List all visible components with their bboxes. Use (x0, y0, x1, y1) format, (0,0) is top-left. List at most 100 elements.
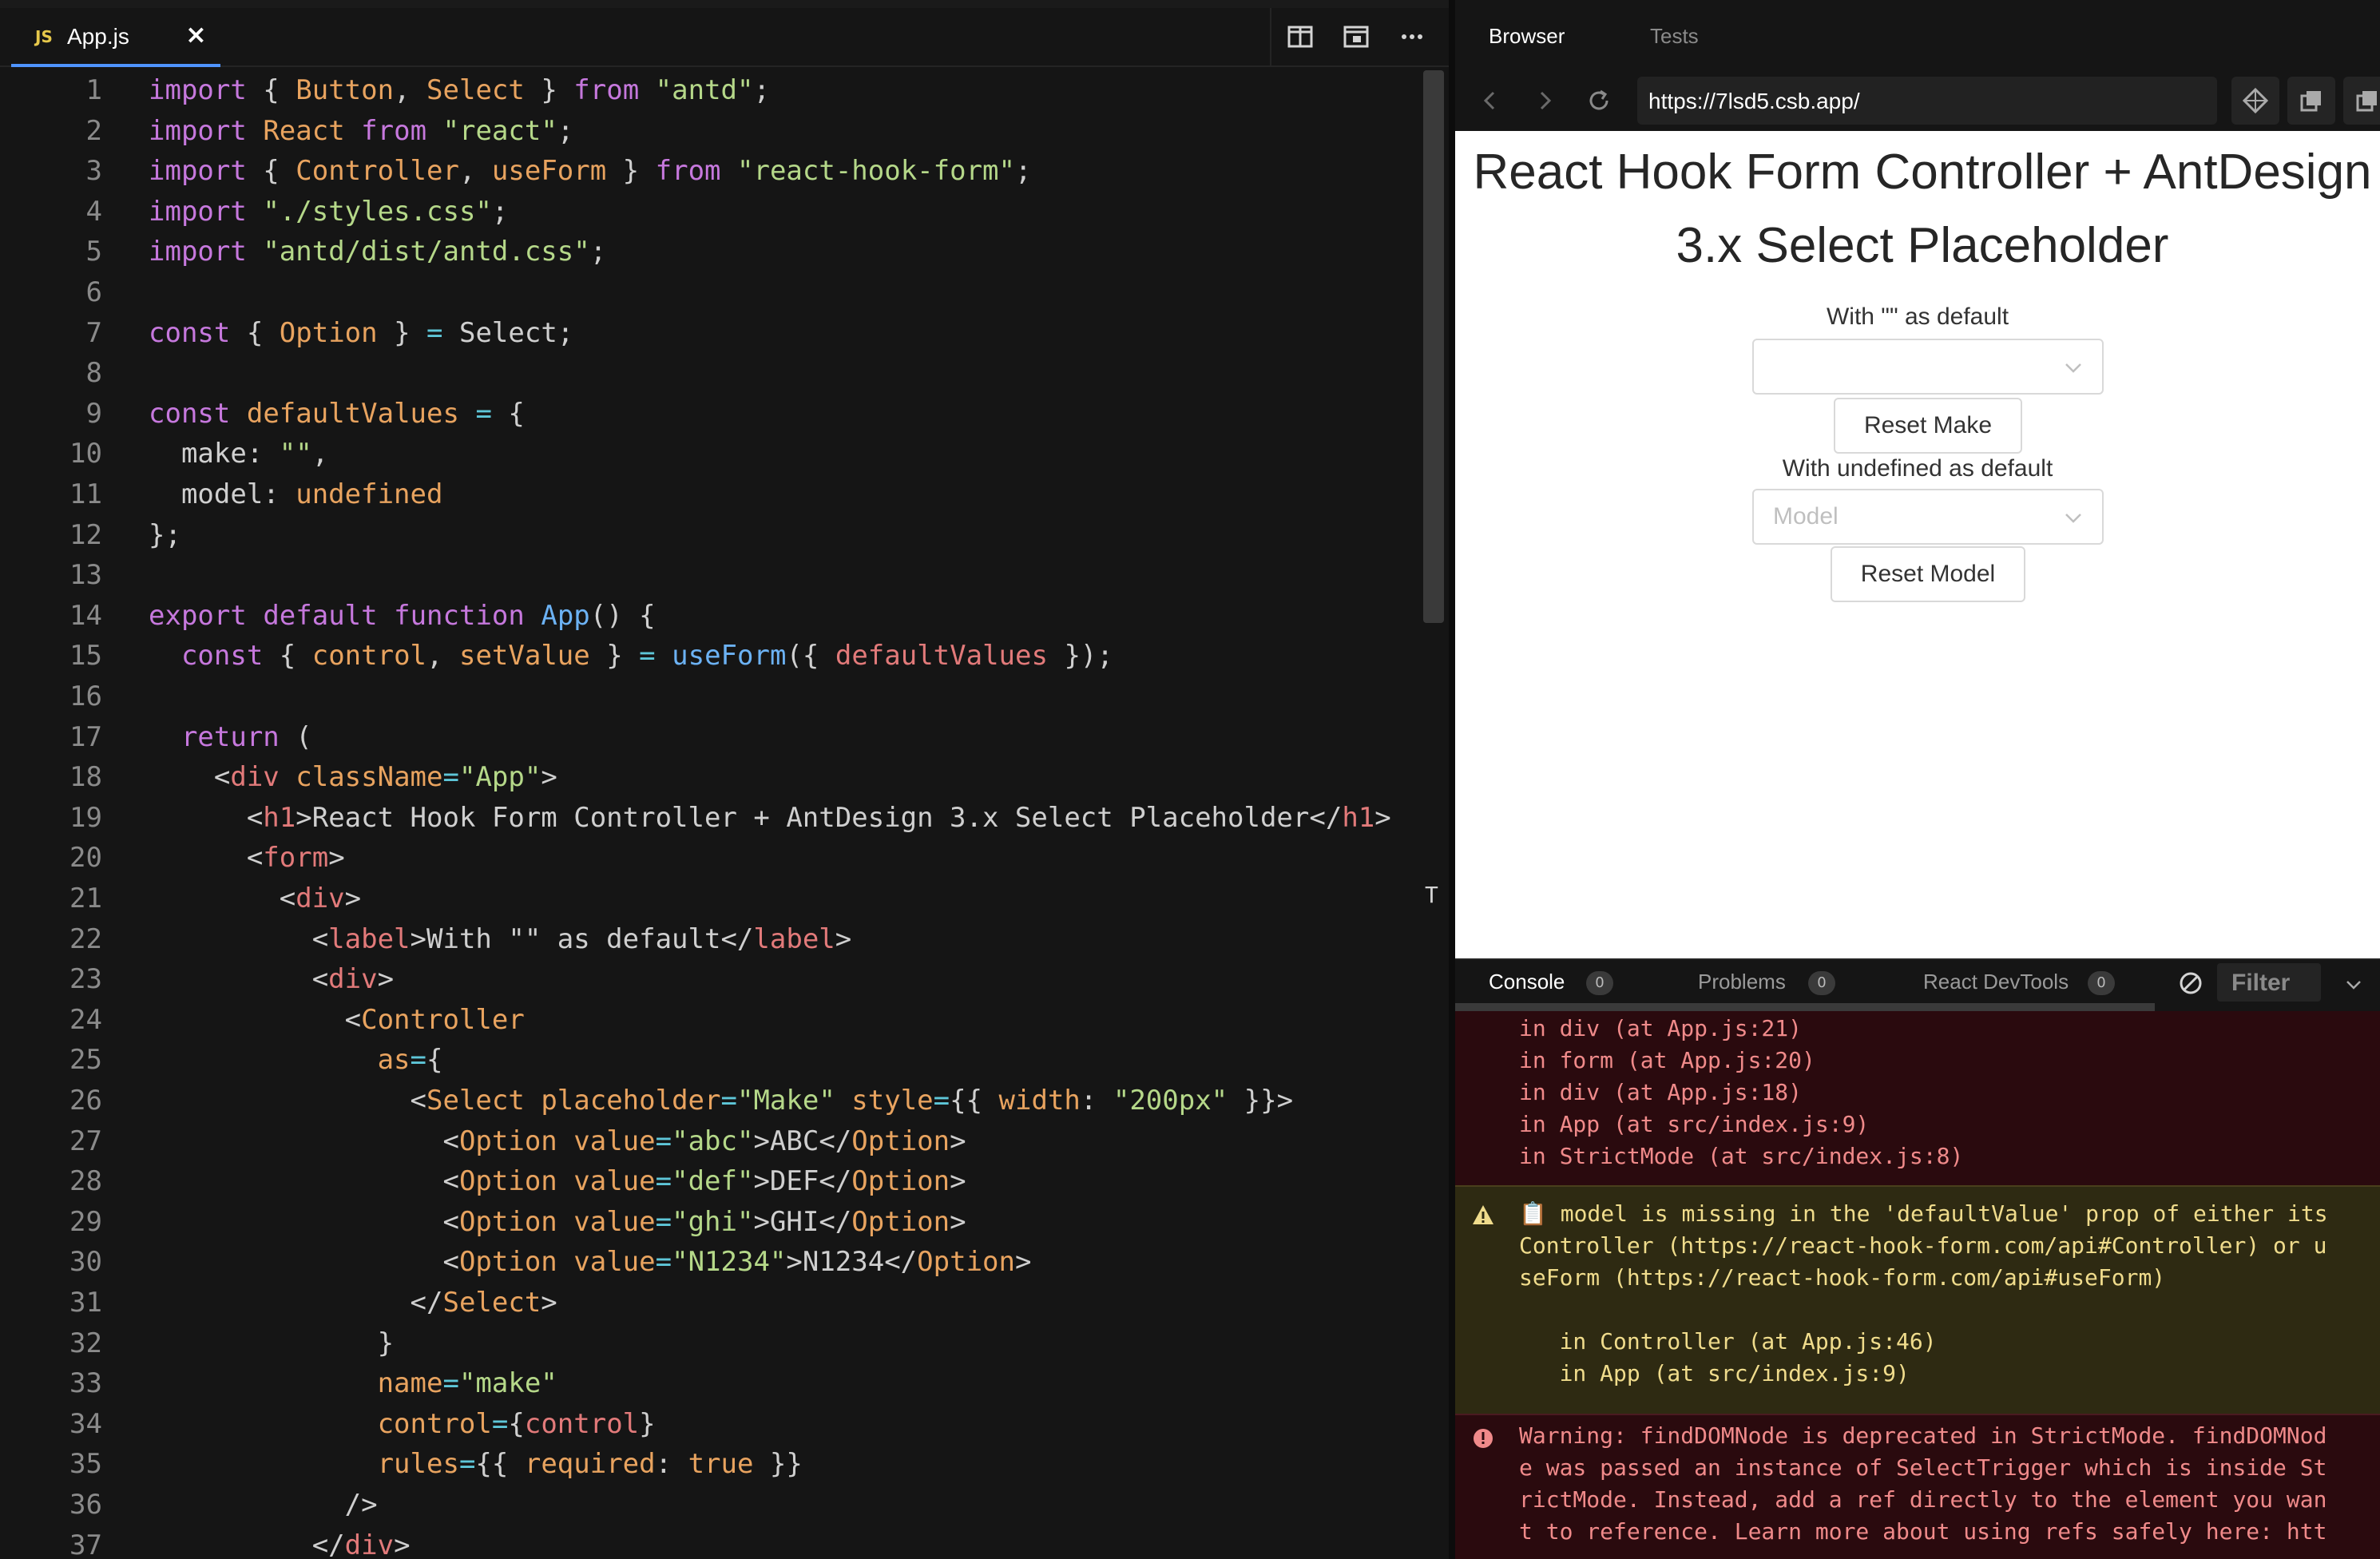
pane-divider[interactable] (1449, 0, 1455, 1559)
code-text: model: undefined (149, 474, 443, 514)
code-line[interactable]: 20 <form> (0, 838, 1422, 878)
code-token: > (394, 1529, 411, 1559)
editor-scrollbar-thumb[interactable] (1423, 70, 1444, 623)
code-line[interactable]: 12}; (0, 515, 1422, 555)
code-text: }; (149, 515, 181, 555)
chevron-down-icon[interactable] (2343, 974, 2364, 995)
code-token: value (573, 1246, 656, 1279)
code-line[interactable]: 13 (0, 555, 1422, 595)
devtools-count-badge: 0 (2088, 971, 2115, 995)
reset-make-button[interactable]: Reset Make (1834, 398, 2022, 454)
code-text: import "antd/dist/antd.css"; (149, 232, 606, 272)
code-line[interactable]: 32 } (0, 1323, 1422, 1363)
console-line: rictMode. Instead, add a ref directly to… (1519, 1486, 2327, 1513)
code-token: >DEF</ (753, 1165, 852, 1198)
code-line[interactable]: 36 /> (0, 1485, 1422, 1525)
tab-tests[interactable]: Tests (1650, 24, 1699, 49)
split-editor-icon[interactable] (1284, 21, 1316, 53)
open-new-window-button[interactable] (2287, 77, 2335, 125)
code-line[interactable]: 28 <Option value="def">DEF</Option> (0, 1161, 1422, 1201)
code-token: Controller (361, 1003, 525, 1036)
code-token: Select; (442, 316, 574, 349)
code-line[interactable]: 35 rules={{ required: true }} (0, 1444, 1422, 1484)
code-line[interactable]: 33 name="make" (0, 1363, 1422, 1403)
close-icon[interactable]: × (185, 19, 207, 50)
line-number: 23 (69, 963, 102, 996)
code-token: value (573, 1205, 656, 1238)
code-line[interactable]: 27 <Option value="abc">ABC</Option> (0, 1121, 1422, 1161)
code-line[interactable]: 25 as={ (0, 1040, 1422, 1080)
more-icon[interactable] (1396, 21, 1428, 53)
code-line[interactable]: 30 <Option value="N1234">N1234</Option> (0, 1242, 1422, 1282)
code-line[interactable]: 6 (0, 272, 1422, 312)
code-line[interactable]: 37 </div> (0, 1525, 1422, 1559)
code-line[interactable]: 22 <label>With "" as default</label> (0, 919, 1422, 959)
tab-problems[interactable]: Problems (1698, 970, 1786, 994)
code-line[interactable]: 16 (0, 676, 1422, 716)
tab-react-devtools[interactable]: React DevTools (1923, 970, 2069, 994)
code-line[interactable]: 10 make: "", (0, 434, 1422, 474)
url-input[interactable]: https://7lsd5.csb.app/ (1648, 89, 1860, 114)
code-token: < (149, 922, 329, 955)
make-select[interactable] (1752, 339, 2104, 395)
refresh-icon[interactable] (1583, 85, 1615, 117)
line-number: 5 (85, 236, 102, 268)
code-token: ; (491, 195, 509, 228)
code-token: Option (458, 1165, 557, 1198)
url-bar[interactable]: https://7lsd5.csb.app/ (1637, 77, 2217, 125)
clear-console-icon[interactable] (2177, 970, 2204, 997)
code-token: {{ (475, 1448, 525, 1481)
tab-app-js[interactable]: JS App.js × (11, 8, 220, 67)
code-line[interactable]: 7 const { Option } = Select; (0, 313, 1422, 353)
back-icon[interactable] (1474, 85, 1506, 117)
code-token: { (491, 397, 525, 430)
devtools-button[interactable] (2231, 77, 2279, 125)
tab-console[interactable]: Console (1489, 970, 1565, 994)
code-line[interactable]: 2 import React from "react"; (0, 111, 1422, 151)
error-trace-message: in div (at App.js:21) in form (at App.js:… (1455, 1011, 2380, 1185)
code-token: "" (279, 438, 312, 470)
code-line[interactable]: 8 (0, 353, 1422, 393)
tab-browser[interactable]: Browser (1489, 24, 1565, 49)
code-text: const { Option } = Select; (149, 313, 573, 353)
code-line[interactable]: 4 import "./styles.css"; (0, 192, 1422, 232)
forward-icon[interactable] (1529, 85, 1561, 117)
console-scrollbar[interactable] (1455, 1003, 2155, 1011)
code-line[interactable]: 9 const defaultValues = { (0, 394, 1422, 434)
code-line[interactable]: 24 <Controller (0, 1000, 1422, 1040)
filter-input[interactable]: Filter (2217, 963, 2321, 1002)
code-line[interactable]: 26 <Select placeholder="Make" style={{ w… (0, 1081, 1422, 1121)
code-line[interactable]: 18 <div className="App"> (0, 757, 1422, 797)
code-line[interactable]: 19 <h1>React Hook Form Controller + AntD… (0, 798, 1422, 838)
code-line[interactable]: 14 export default function App() { (0, 596, 1422, 636)
code-line[interactable]: 31 </Select> (0, 1283, 1422, 1323)
code-line[interactable]: 17 return ( (0, 717, 1422, 757)
code-line[interactable]: 29 <Option value="ghi">GHI</Option> (0, 1202, 1422, 1242)
code-line[interactable]: 34 control={control} (0, 1404, 1422, 1444)
code-editor[interactable]: JS App.js × 1 import { Button, Select } f… (0, 0, 1449, 1559)
expand-window-button[interactable] (2343, 77, 2380, 125)
reset-model-button[interactable]: Reset Model (1831, 546, 2025, 602)
code-line[interactable]: 3 import { Controller, useForm } from "re… (0, 151, 1422, 191)
model-select[interactable]: Model (1752, 489, 2104, 545)
code-line[interactable]: 21 <div> (0, 879, 1422, 918)
code-line[interactable]: 1 import { Button, Select } from "antd"; (0, 70, 1422, 110)
line-number: 6 (85, 276, 102, 308)
code-token: } (149, 1327, 395, 1359)
code-token: h1 (263, 801, 296, 834)
code-line[interactable]: 15 const { control, setValue } = useForm… (0, 636, 1422, 676)
console-line: in StrictMode (at src/index.js:8) (1519, 1143, 1964, 1169)
open-preview-icon[interactable] (1340, 21, 1372, 53)
code-token: Select (426, 1085, 525, 1117)
code-token: = (442, 761, 459, 794)
tab-label: App.js (67, 24, 129, 49)
code-line[interactable]: 5 import "antd/dist/antd.css"; (0, 232, 1422, 272)
code-token: >With "" as default</ (410, 922, 754, 955)
editor-top-border (0, 0, 1449, 8)
code-line[interactable]: 11 model: undefined (0, 474, 1422, 514)
code-area[interactable]: 1 import { Button, Select } from "antd"; 2… (0, 67, 1422, 1559)
code-token: > (950, 1205, 966, 1238)
code-line[interactable]: 23 <div> (0, 959, 1422, 999)
code-text: } (149, 1323, 394, 1363)
